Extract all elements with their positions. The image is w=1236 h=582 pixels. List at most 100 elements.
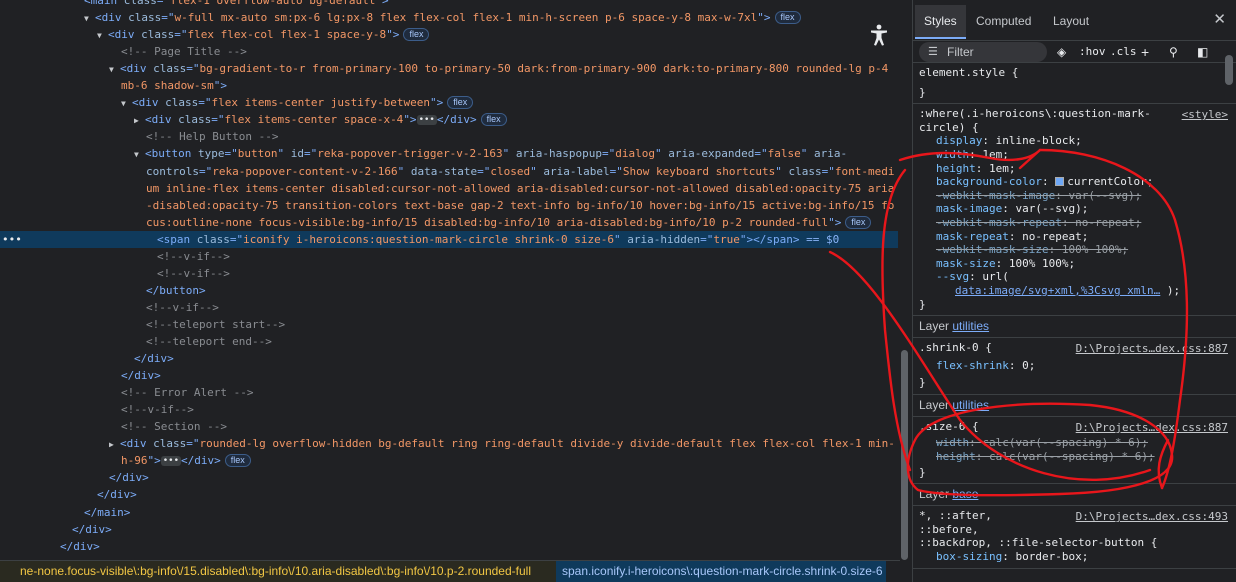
element-style-rule[interactable]: element.style { } [913,63,1236,105]
css-declaration[interactable]: --svg: url( [919,270,1230,284]
collapsed-children-button[interactable]: ••• [160,456,182,467]
dom-node-line[interactable]: ▼ <div class="flex items-center justify-b… [0,94,900,111]
dom-node-line[interactable]: <!--v-if--> [0,401,900,418]
node-menu-icon[interactable]: ••• [2,231,22,248]
dom-node-selected[interactable]: ••• <span class="iconify i-heroicons:ques… [0,230,900,248]
css-declaration[interactable]: -webkit-mask-repeat: no-repeat; [919,216,1230,230]
layer-utilities-link[interactable]: utilities [952,398,989,412]
dom-token: <span [157,232,197,246]
layer-utilities-link[interactable]: utilities [952,319,989,333]
css-declaration[interactable]: height: 1em; [919,162,1230,176]
cls-button[interactable]: .cls [1110,43,1137,61]
dom-node-line[interactable]: </div> [0,538,900,555]
scrollbar-thumb[interactable] [901,350,908,560]
flex-badge[interactable]: flex [845,215,872,229]
dom-node-line[interactable]: -disabled:opacity-75 transition-colors t… [0,197,900,214]
dom-node-line[interactable]: <!--v-if--> [0,248,900,265]
flex-badge[interactable]: flex [480,113,507,127]
flex-badge[interactable]: flex [774,11,801,25]
heroicons-rule[interactable]: <style> :where(.i-heroicons\:question-ma… [913,104,1236,317]
dom-node-line[interactable]: <!--v-if--> [0,265,900,282]
svg-url-line: data:image/svg+xml,%3Csvg xmln… ); [955,283,1181,297]
dom-node-line[interactable]: </button> [0,282,900,299]
hov-button[interactable]: :hov [1079,43,1106,61]
sidebar-toggle-icon[interactable]: ◧ [1197,43,1208,61]
dom-node-line[interactable]: </main> [0,504,900,521]
tab-computed[interactable]: Computed [967,5,1040,37]
universal-rule[interactable]: D:\Projects…dex.css:493 *, ::after, ::be… [913,506,1236,569]
shrink-rule[interactable]: D:\Projects…dex.css:887 .shrink-0 { flex… [913,338,1236,395]
rule-source-link[interactable]: <style> [1182,108,1228,122]
css-declaration[interactable]: box-sizing: border-box; [919,550,1230,564]
dom-node-line[interactable]: </div> [0,367,900,384]
collapse-triangle-icon[interactable]: ▼ [97,27,108,44]
collapse-triangle-icon[interactable]: ▼ [134,146,145,163]
computed-styles-icon[interactable]: ⚲ [1169,43,1178,61]
expand-triangle-icon[interactable]: ▶ [134,112,145,129]
css-declaration[interactable]: flex-shrink: 0; [919,359,1230,373]
dom-node-line[interactable]: <!-- Page Title --> [0,43,900,60]
dom-node-line[interactable]: </div> [0,469,900,486]
dom-node-line[interactable]: <main class="flex-1 overflow-auto bg-def… [0,0,900,9]
expand-triangle-icon[interactable]: ▶ [109,436,120,453]
svg-data-link[interactable]: data:image/svg+xml,%3Csvg xmln… [955,284,1160,297]
dom-node-line[interactable]: <!--teleport end--> [0,333,900,350]
breadcrumb-span[interactable]: span.iconify.i-heroicons\:question-mark-… [556,561,886,582]
css-declaration[interactable]: mask-size: 100% 100%; [919,257,1230,271]
css-declaration[interactable]: mask-image: var(--svg); [919,202,1230,216]
tab-layout[interactable]: Layout [1044,5,1098,37]
layers-icon[interactable]: ◈ [1057,43,1066,61]
collapse-triangle-icon[interactable]: ▼ [109,61,120,78]
rule-source-link[interactable]: D:\Projects…dex.css:887 [1076,342,1228,356]
rule-source-link[interactable]: D:\Projects…dex.css:493 [1076,510,1228,524]
flex-badge[interactable]: flex [447,96,474,110]
dom-node-line[interactable]: <!--v-if--> [0,299,900,316]
dom-node-line[interactable]: <!-- Section --> [0,418,900,435]
css-declaration[interactable]: -webkit-mask-image: var(--svg); [919,189,1230,203]
accessibility-icon[interactable] [866,22,892,48]
dom-token: <div [120,62,154,76]
collapsed-children-button[interactable]: ••• [416,115,437,126]
flex-badge[interactable]: flex [403,28,430,42]
dom-node-line[interactable]: </div> [0,521,900,538]
dom-node-line[interactable]: ▼ <div class="w-full mx-auto sm:px-6 lg:p… [0,9,900,26]
dom-token: <!--teleport end--> [146,335,272,348]
css-declaration[interactable]: background-color: currentColor; [919,175,1230,189]
dom-node-line[interactable]: ▼ <div class="bg-gradient-to-r from-prima… [0,60,900,77]
dom-node-line[interactable]: controls="reka-popover-content-v-2-166" … [0,163,900,180]
elements-scrollbar[interactable] [898,0,912,582]
breadcrumb-button[interactable]: ne-none.focus-visible\:bg-info\/15.disab… [0,561,556,582]
dom-node-line[interactable]: ▶ <div class="flex items-center space-x-4… [0,111,900,128]
collapse-triangle-icon[interactable]: ▼ [121,95,132,112]
css-declaration[interactable]: width: calc(var(--spacing) * 6); [919,436,1230,450]
dom-node-line[interactable]: <!-- Error Alert --> [0,384,900,401]
css-declaration[interactable]: -webkit-mask-size: 100% 100%; [919,243,1230,257]
filter-input[interactable]: ☰ Filter [919,42,1047,62]
dom-node-line[interactable]: <!--teleport start--> [0,316,900,333]
dom-node-line[interactable]: mb-6 shadow-sm"> [0,77,900,94]
css-declaration[interactable]: height: calc(var(--spacing) * 6); [919,450,1230,464]
dom-token: <div [145,113,179,127]
flex-badge[interactable]: flex [224,454,251,468]
collapse-triangle-icon[interactable]: ▼ [84,10,95,27]
color-swatch[interactable] [1055,177,1065,187]
dom-node-line[interactable]: cus:outline-none focus-visible:bg-info/1… [0,214,900,231]
dom-node-line[interactable]: </div> [0,486,900,503]
layer-base-link[interactable]: base [952,487,978,501]
css-declaration[interactable]: display: inline-block; [919,134,1230,148]
close-icon[interactable]: ✕ [1213,10,1226,28]
tab-styles[interactable]: Styles [915,5,966,39]
dom-node-line[interactable]: um inline-flex items-center disabled:cur… [0,180,900,197]
dom-node-line[interactable]: <!-- Help Button --> [0,128,900,145]
styles-scrollbar-thumb[interactable] [1225,55,1233,85]
dom-node-line[interactable]: ▼ <div class="flex flex-col flex-1 space-… [0,26,900,43]
dom-node-line[interactable]: ▼ <button type="button" id="reka-popover-… [0,145,900,162]
rule-source-link[interactable]: D:\Projects…dex.css:887 [1076,421,1228,435]
size-rule[interactable]: D:\Projects…dex.css:887 .size-6 { width:… [913,417,1236,485]
dom-node-line[interactable]: h-96"> ••• </div> flex [0,452,900,469]
dom-node-line[interactable]: </div> [0,350,900,367]
add-rule-icon[interactable]: + [1141,43,1149,61]
dom-node-line[interactable]: ▶ <div class="rounded-lg overflow-hidden … [0,435,900,452]
css-declaration[interactable]: width: 1em; [919,148,1230,162]
css-declaration[interactable]: mask-repeat: no-repeat; [919,230,1230,244]
